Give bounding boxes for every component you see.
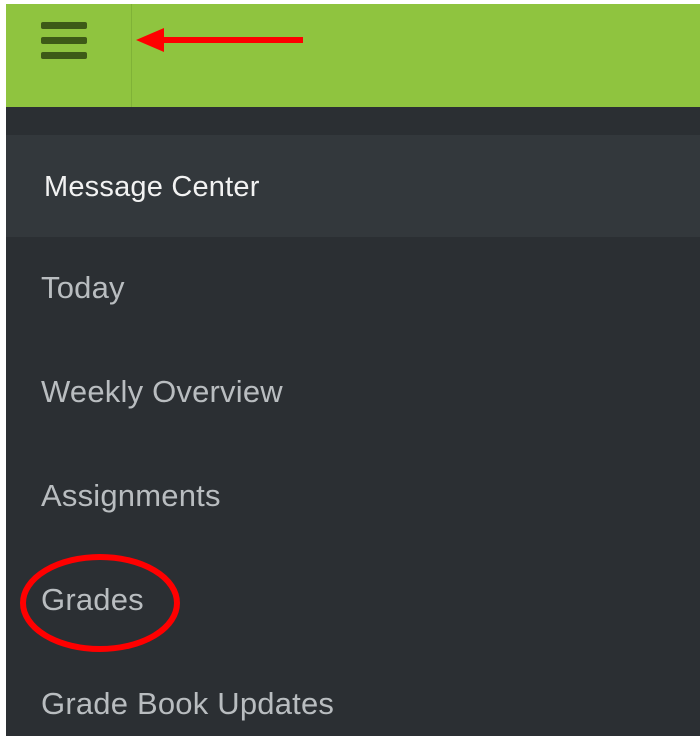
menu-button[interactable] [6, 4, 132, 107]
top-app-bar [6, 4, 700, 107]
drawer-top-strip [6, 107, 700, 135]
menu-item-assignments[interactable]: Assignments [6, 445, 700, 549]
menu-item-label: Weekly Overview [41, 374, 283, 409]
menu-item-label: Assignments [41, 478, 221, 513]
section-header-message-center[interactable]: Message Center [6, 135, 700, 237]
menu-item-weekly-overview[interactable]: Weekly Overview [6, 341, 700, 445]
app-frame: Message Center Today Weekly Overview Ass… [6, 4, 700, 736]
menu-item-today[interactable]: Today [6, 237, 700, 341]
red-arrow-annotation [136, 28, 303, 52]
menu-item-label: Today [41, 270, 125, 305]
section-header-label: Message Center [44, 171, 260, 203]
red-circle-annotation [20, 554, 180, 652]
menu-item-label: Grade Book Updates [41, 686, 335, 721]
menu-item-grade-book-updates[interactable]: Grade Book Updates [6, 653, 700, 736]
